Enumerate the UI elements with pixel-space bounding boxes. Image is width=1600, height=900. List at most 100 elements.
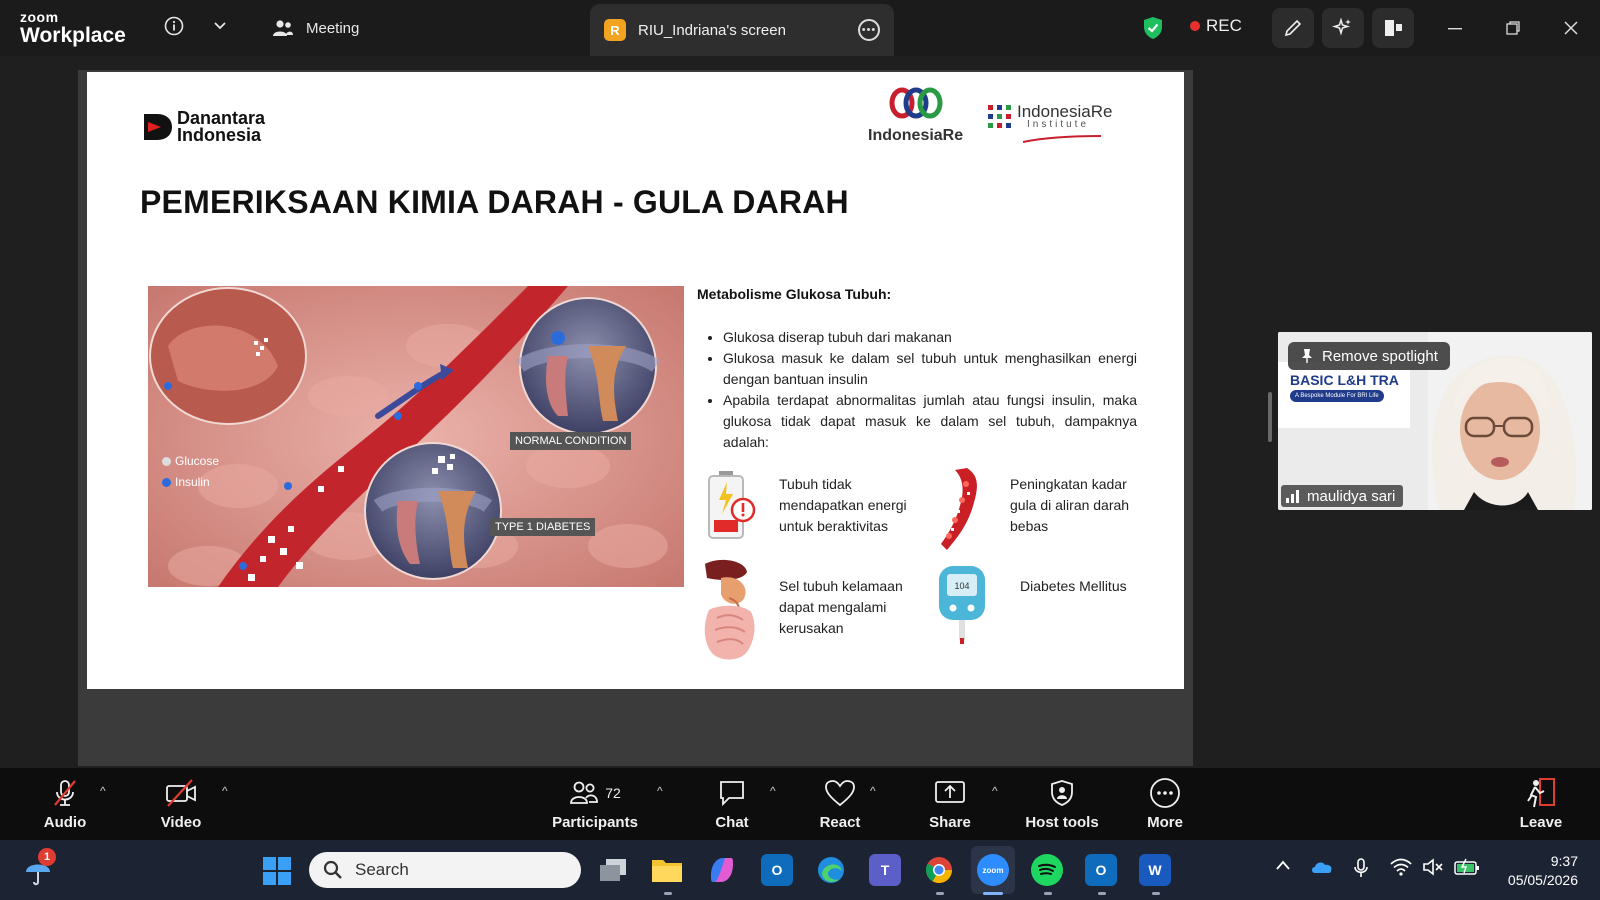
outlook-classic-icon[interactable]: O [1085, 854, 1117, 886]
close-icon[interactable] [1558, 16, 1584, 40]
indonesiare-institute-logo: IndonesiaRe Institute [987, 103, 1112, 148]
minimize-icon[interactable] [1442, 16, 1468, 40]
chevron-down-icon[interactable] [208, 14, 232, 38]
file-explorer-icon[interactable] [651, 854, 683, 886]
annotate-button[interactable] [1272, 8, 1314, 48]
brand-large: Workplace [20, 24, 126, 47]
ai-companion-button[interactable] [1322, 8, 1364, 48]
participants-icon [570, 781, 599, 804]
react-options-chevron-icon[interactable]: ^ [870, 784, 876, 798]
banner-title: BASIC L&H TRA [1290, 372, 1399, 388]
more-icon [1149, 777, 1181, 808]
chrome-icon[interactable] [923, 854, 955, 886]
shared-screen-tab[interactable]: R RIU_Indriana's screen ••• [590, 4, 894, 56]
danantara-mark-icon [144, 114, 172, 140]
host-tools-button[interactable]: Host tools [1022, 768, 1102, 840]
volume-muted-icon[interactable] [1422, 858, 1444, 881]
signal-bars-icon [1286, 490, 1299, 503]
info-icon[interactable] [162, 14, 186, 38]
sparkle-icon [1332, 17, 1351, 36]
more-button[interactable]: More [1142, 768, 1188, 840]
legend-glucose: Glucose [162, 454, 219, 468]
share-button[interactable]: Share [926, 768, 974, 840]
shared-screen-tab-label: RIU_Indriana's screen [638, 21, 786, 39]
spotify-running-indicator [1044, 892, 1052, 895]
host-shield-icon [1049, 778, 1075, 808]
participant-video-tile[interactable]: BASIC L&H TRA A Bespoke Module For BRI L… [1278, 332, 1592, 510]
chat-options-chevron-icon[interactable]: ^ [770, 784, 776, 798]
audio-button[interactable]: Audio [40, 768, 90, 840]
file-explorer-running-indicator [664, 892, 672, 895]
dot-grid-icon [988, 105, 1011, 128]
react-button[interactable]: React [818, 768, 862, 840]
word-running-indicator [1152, 892, 1160, 895]
share-options-chevron-icon[interactable]: ^ [992, 784, 998, 798]
more-options-icon[interactable]: ••• [858, 19, 880, 41]
copilot-icon[interactable] [706, 854, 738, 886]
recording-indicator[interactable]: REC [1190, 16, 1242, 36]
encryption-shield-icon[interactable] [1140, 14, 1166, 42]
zoom-active-indicator [983, 892, 1003, 895]
onedrive-cloud-icon[interactable] [1310, 858, 1334, 879]
task-view-icon[interactable] [597, 854, 629, 886]
microphone-icon[interactable] [1354, 858, 1368, 883]
participants-button[interactable]: 72 Participants [550, 768, 640, 840]
resize-handle[interactable] [1268, 392, 1272, 442]
rec-label: REC [1206, 16, 1242, 35]
meeting-tab[interactable]: Meeting [272, 14, 359, 42]
spotlight-pin-icon [1302, 349, 1312, 363]
zoom-app-icon[interactable]: zoom [977, 854, 1009, 886]
legend-glucose-label: Glucose [175, 454, 220, 468]
audio-label: Audio [43, 813, 87, 831]
leave-button[interactable]: Leave [1518, 768, 1564, 840]
indonesiare-rings-icon [889, 87, 943, 119]
spotify-icon[interactable] [1031, 854, 1063, 886]
notification-badge: 1 [38, 848, 56, 866]
windows-start-icon[interactable] [262, 856, 292, 891]
outlook-icon[interactable]: O [761, 854, 793, 886]
taskbar-search-box[interactable]: Search [309, 852, 581, 888]
legend-insulin: Insulin [162, 475, 210, 489]
view-layout-button[interactable] [1372, 8, 1414, 48]
presentation-slide: Danantara Indonesia IndonesiaRe Indonesi… [87, 72, 1184, 689]
teams-icon[interactable]: T [869, 854, 901, 886]
muted-microphone-icon [50, 778, 80, 808]
blood-vessel-icon [939, 466, 983, 557]
indonesiare-name: IndonesiaRe [868, 127, 964, 144]
word-icon[interactable]: W [1139, 854, 1171, 886]
glucometer-icon: 104 [935, 564, 989, 653]
remove-spotlight-label: Remove spotlight [1322, 347, 1438, 365]
show-hidden-icons-chevron-icon[interactable] [1275, 858, 1291, 876]
host-tools-label: Host tools [1025, 813, 1099, 831]
participant-name: maulidya sari [1307, 487, 1396, 505]
weather-widget[interactable]: 1 [22, 848, 56, 893]
leave-icon [1524, 777, 1558, 808]
leave-label: Leave [1519, 813, 1563, 831]
low-battery-icon [705, 470, 757, 545]
edge-browser-icon[interactable] [815, 854, 847, 886]
system-clock[interactable]: 9:37 05/05/2026 [1496, 852, 1578, 890]
react-label: React [819, 813, 861, 831]
battery-charging-icon[interactable] [1454, 858, 1480, 881]
effect-text: Diabetes Mellitus [1020, 578, 1127, 594]
participants-icon-row: 72 [569, 778, 621, 808]
outlook-running-indicator [1098, 892, 1106, 895]
bullet-item: Glukosa diserap tubuh dari makanan [723, 327, 1137, 348]
metabolism-heading: Metabolisme Glukosa Tubuh: [697, 286, 892, 302]
wifi-icon[interactable] [1390, 858, 1412, 881]
audio-options-chevron-icon[interactable]: ^ [100, 784, 106, 798]
screen-owner-badge: R [604, 19, 626, 41]
effect-text: Tubuh tidak mendapatkan energi untuk ber… [779, 476, 907, 534]
video-options-chevron-icon[interactable]: ^ [222, 784, 228, 798]
effect-text: Peningkatan kadar gula di aliran darah b… [1010, 476, 1130, 534]
swoosh-icon [1022, 135, 1102, 143]
restore-icon[interactable] [1500, 16, 1526, 40]
bullet-item: Glukosa masuk ke dalam sel tubuh untuk m… [723, 348, 1137, 390]
participants-count: 72 [605, 784, 621, 801]
participants-options-chevron-icon[interactable]: ^ [657, 784, 663, 798]
video-off-icon [164, 778, 198, 808]
share-label: Share [929, 813, 971, 831]
video-button[interactable]: Video [155, 768, 207, 840]
remove-spotlight-button[interactable]: Remove spotlight [1288, 342, 1450, 370]
chat-button[interactable]: Chat [712, 768, 752, 840]
